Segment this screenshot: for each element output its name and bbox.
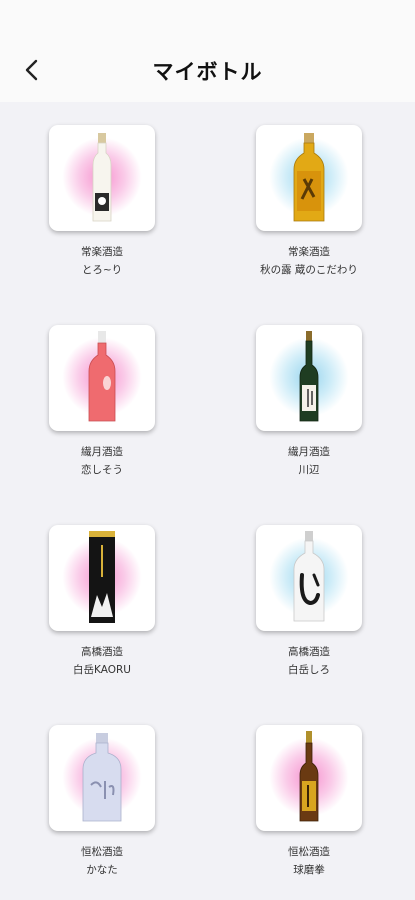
bottle-image-koishisou bbox=[88, 331, 116, 422]
bottle-item[interactable]: 高橋酒造 白岳KAORU bbox=[26, 502, 186, 676]
bottle-item[interactable]: 恒松酒造 球磨拳 bbox=[233, 702, 393, 876]
bottle-name: 秋の露 蔵のこだわり bbox=[260, 264, 358, 276]
bottle-name: 川辺 bbox=[298, 464, 320, 476]
bottle-card[interactable] bbox=[49, 325, 155, 431]
app-header: マイボトル bbox=[0, 0, 415, 102]
brewery-label: 高橋酒造 bbox=[288, 646, 330, 658]
brewery-label: 恒松酒造 bbox=[288, 846, 330, 858]
brewery-label: 繊月酒造 bbox=[81, 446, 123, 458]
bottle-card[interactable] bbox=[256, 125, 362, 231]
bottle-image-kawabe bbox=[299, 331, 319, 422]
brewery-label: 高橋酒造 bbox=[81, 646, 123, 658]
bottle-card[interactable] bbox=[256, 325, 362, 431]
bottle-image-hakutake-shiro bbox=[293, 531, 325, 622]
bottle-name: 白岳しろ bbox=[288, 664, 330, 676]
bottle-image-akinotsuyu bbox=[293, 133, 325, 222]
bottle-name: 白岳KAORU bbox=[73, 664, 131, 676]
bottle-name: 恋しそう bbox=[81, 464, 123, 476]
bottle-item[interactable]: 常楽酒造 秋の露 蔵のこだわり bbox=[233, 102, 393, 276]
bottle-name: 球磨拳 bbox=[293, 864, 325, 876]
brewery-label: 常楽酒造 bbox=[288, 246, 330, 258]
bottle-card[interactable] bbox=[256, 525, 362, 631]
bottle-image-kumaken bbox=[299, 731, 319, 822]
brewery-label: 恒松酒造 bbox=[81, 846, 123, 858]
bottle-item[interactable]: 常楽酒造 とろ~り bbox=[26, 102, 186, 276]
bottle-item[interactable]: 繊月酒造 恋しそう bbox=[26, 302, 186, 476]
bottle-name: とろ~り bbox=[81, 264, 123, 276]
bottle-image-hakutake-kaoru bbox=[89, 531, 115, 623]
bottle-card[interactable] bbox=[49, 125, 155, 231]
brewery-label: 繊月酒造 bbox=[288, 446, 330, 458]
bottle-image-kanata bbox=[82, 733, 122, 822]
brewery-label: 常楽酒造 bbox=[81, 246, 123, 258]
bottle-item[interactable]: 繊月酒造 川辺 bbox=[233, 302, 393, 476]
page-title: マイボトル bbox=[152, 60, 263, 84]
bottle-image-torori bbox=[92, 133, 112, 222]
bottle-item[interactable]: 高橋酒造 白岳しろ bbox=[233, 502, 393, 676]
bottle-name: かなた bbox=[86, 864, 118, 876]
bottle-item[interactable]: 恒松酒造 かなた bbox=[26, 702, 186, 876]
bottle-card[interactable] bbox=[49, 725, 155, 831]
bottle-card[interactable] bbox=[49, 525, 155, 631]
bottle-card[interactable] bbox=[256, 725, 362, 831]
